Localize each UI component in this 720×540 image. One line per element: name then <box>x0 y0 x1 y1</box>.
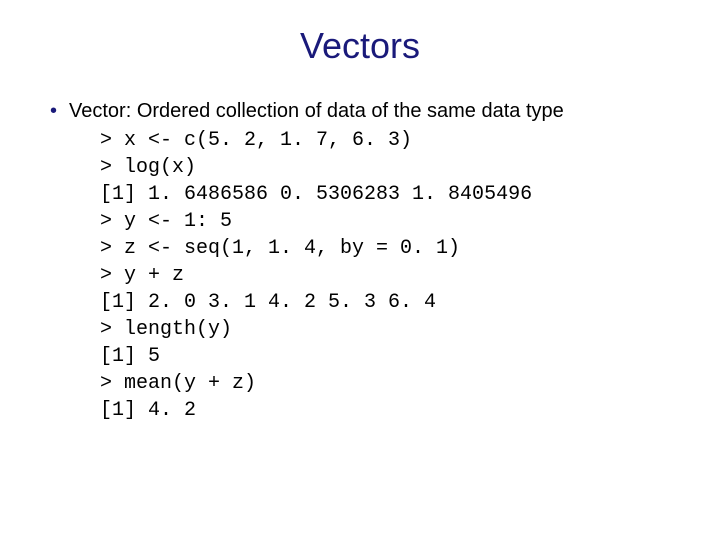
code-line: > z <- seq(1, 1. 4, by = 0. 1) <box>100 235 680 262</box>
code-line: > log(x) <box>100 154 680 181</box>
bullet-text: Vector: Ordered collection of data of th… <box>69 97 564 125</box>
code-line: [1] 2. 0 3. 1 4. 2 5. 3 6. 4 <box>100 289 680 316</box>
code-line: [1] 4. 2 <box>100 397 680 424</box>
bullet-marker: • <box>50 97 57 125</box>
slide-title: Vectors <box>40 25 680 67</box>
code-line: > y <- 1: 5 <box>100 208 680 235</box>
code-line: [1] 1. 6486586 0. 5306283 1. 8405496 <box>100 181 680 208</box>
code-block: > x <- c(5. 2, 1. 7, 6. 3) > log(x) [1] … <box>100 127 680 424</box>
code-line: [1] 5 <box>100 343 680 370</box>
code-line: > mean(y + z) <box>100 370 680 397</box>
code-line: > x <- c(5. 2, 1. 7, 6. 3) <box>100 127 680 154</box>
code-line: > length(y) <box>100 316 680 343</box>
code-line: > y + z <box>100 262 680 289</box>
bullet-item: • Vector: Ordered collection of data of … <box>50 97 680 125</box>
